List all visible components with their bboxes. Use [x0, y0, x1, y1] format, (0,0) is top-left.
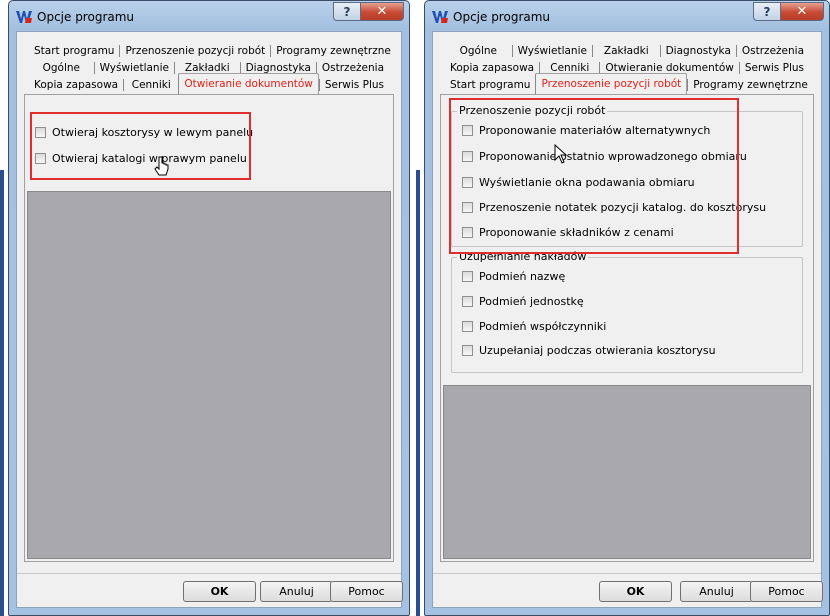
cancel-button[interactable]: Anuluj	[680, 581, 753, 602]
app-logo-icon	[432, 11, 448, 23]
options-window-right: Opcje programu ? ✕ Ogólne Wyświetlanie Z…	[424, 0, 830, 616]
dialog-client: Start programu Przenoszenie pozycji robó…	[16, 31, 403, 608]
cancel-button[interactable]: Anuluj	[260, 581, 333, 602]
highlight-box	[449, 98, 739, 254]
tab-row-1: Start programu Przenoszenie pozycji robó…	[26, 42, 392, 59]
title-bar[interactable]: Opcje programu ? ✕	[9, 1, 409, 31]
checkbox[interactable]	[462, 345, 473, 356]
tab-kopia-zapasowa[interactable]: Kopia zapasowa	[445, 62, 539, 74]
option-row[interactable]: Podmień współczynniki	[462, 320, 606, 333]
title-buttons: ? ✕	[333, 2, 404, 22]
highlight-box	[30, 112, 251, 180]
tab-row-3: Start programu Przenoszenie pozycji robó…	[442, 73, 813, 94]
option-row[interactable]: Podmień nazwę	[462, 270, 565, 283]
tab-zakladki[interactable]: Zakładki	[173, 61, 240, 74]
tab-wyswietlanie[interactable]: Wyświetlanie	[511, 44, 592, 57]
tab-programy-zewnetrzne[interactable]: Programy zewnętrzne	[270, 44, 396, 57]
help-icon[interactable]: ?	[753, 2, 780, 21]
tab-diagnostyka[interactable]: Diagnostyka	[239, 61, 316, 74]
mouse-cursor-icon	[154, 156, 169, 176]
mouse-cursor-icon	[554, 144, 568, 164]
tab-serwis-plus[interactable]: Serwis Plus	[318, 78, 389, 91]
button-bar: OK Anuluj Pomoc	[17, 573, 403, 607]
tab-start-programu[interactable]: Start programu	[445, 79, 535, 91]
ok-button[interactable]: OK	[183, 581, 256, 602]
tab-przenoszenie-pozycji[interactable]: Przenoszenie pozycji robót	[119, 44, 270, 57]
tab-diagnostyka[interactable]: Diagnostyka	[659, 44, 736, 57]
tab-ogolne[interactable]: Ogólne	[29, 62, 94, 74]
tab-cenniki[interactable]: Cenniki	[539, 61, 599, 74]
tab-otwieranie-dokumentow[interactable]: Otwieranie dokumentów	[178, 73, 319, 94]
option-label: Podmień jednostkę	[479, 295, 584, 308]
checkbox[interactable]	[462, 321, 473, 332]
option-label: Uzupełaniaj podczas otwierania kosztorys…	[479, 344, 716, 357]
option-row[interactable]: Uzupełaniaj podczas otwierania kosztorys…	[462, 344, 716, 357]
tab-programy-zewnetrzne[interactable]: Programy zewnętrzne	[687, 78, 813, 91]
dialog-client: Ogólne Wyświetlanie Zakładki Diagnostyka…	[432, 31, 823, 608]
tab-wyswietlanie[interactable]: Wyświetlanie	[93, 61, 174, 74]
ok-button[interactable]: OK	[599, 581, 672, 602]
group-uzupelnianie: Uzupełnianie nakładów Podmień nazwę Podm…	[451, 250, 803, 373]
tab-row-3: Kopia zapasowa Cenniki Otwieranie dokume…	[26, 73, 392, 94]
window-title: Opcje programu	[37, 10, 135, 24]
title-bar[interactable]: Opcje programu ? ✕	[425, 1, 829, 31]
tab-row-1: Ogólne Wyświetlanie Zakładki Diagnostyka…	[442, 42, 812, 59]
close-icon[interactable]: ✕	[360, 2, 404, 21]
tab-otwieranie-dokumentow[interactable]: Otwieranie dokumentów	[599, 61, 738, 74]
checkbox[interactable]	[462, 271, 473, 282]
disabled-area	[27, 191, 391, 559]
tab-przenoszenie-pozycji[interactable]: Przenoszenie pozycji robót	[535, 73, 688, 94]
tab-kopia-zapasowa[interactable]: Kopia zapasowa	[29, 79, 123, 91]
help-button[interactable]: Pomoc	[330, 581, 403, 602]
option-row[interactable]: Podmień jednostkę	[462, 295, 584, 308]
button-bar: OK Anuluj Pomoc	[433, 573, 823, 607]
tab-start-programu[interactable]: Start programu	[29, 45, 119, 57]
option-label: Podmień nazwę	[479, 270, 566, 283]
app-logo-icon	[16, 11, 32, 23]
help-icon[interactable]: ?	[333, 2, 360, 21]
tab-serwis-plus[interactable]: Serwis Plus	[738, 61, 809, 74]
tab-cenniki[interactable]: Cenniki	[123, 78, 178, 91]
close-icon[interactable]: ✕	[780, 2, 824, 21]
option-label: Podmień współczynniki	[479, 320, 607, 333]
tab-ostrzezenia[interactable]: Ostrzeżenia	[735, 44, 809, 57]
window-title: Opcje programu	[453, 10, 551, 24]
background-window-edge	[416, 170, 420, 616]
tab-ogolne[interactable]: Ogólne	[445, 45, 512, 57]
options-window-left: Opcje programu ? ✕ Start programu Przeno…	[8, 0, 410, 616]
tab-zakladki[interactable]: Zakładki	[591, 44, 660, 57]
disabled-area	[443, 385, 811, 559]
help-button[interactable]: Pomoc	[750, 581, 823, 602]
title-buttons: ? ✕	[753, 2, 824, 22]
background-window-edge	[0, 170, 4, 616]
tab-ostrzezenia[interactable]: Ostrzeżenia	[315, 61, 389, 74]
checkbox[interactable]	[462, 296, 473, 307]
